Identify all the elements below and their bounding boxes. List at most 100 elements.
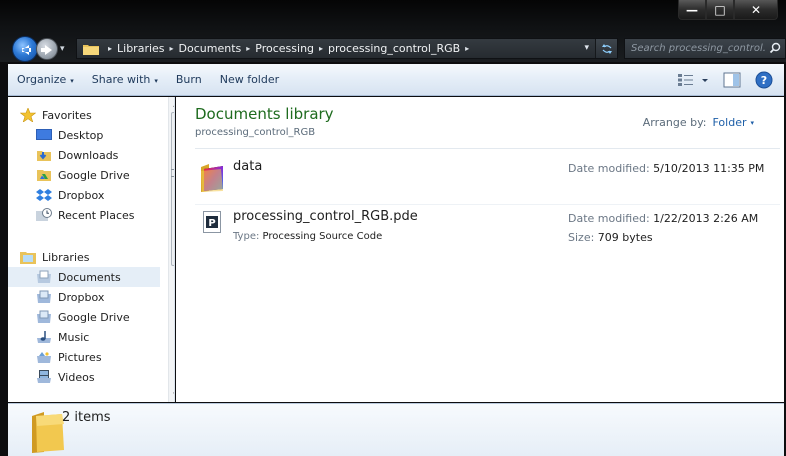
scroll-down-button[interactable]: ▼	[169, 388, 174, 402]
arrange-by-label: Arrange by:	[642, 116, 707, 129]
google-drive-icon	[36, 168, 52, 182]
google-drive-library-icon	[36, 310, 52, 324]
nav-item-dropbox[interactable]: Dropbox	[8, 185, 160, 205]
breadcrumb-separator[interactable]: ▸	[465, 44, 469, 53]
explorer-window: — □ ✕ ▾ ▸ Libraries ▸ Documents ▸ Proces…	[0, 0, 786, 456]
file-name: processing_control_RGB.pde	[233, 209, 418, 224]
help-icon: ?	[755, 71, 773, 88]
nav-item-label: Recent Places	[58, 208, 135, 222]
search-box[interactable]	[624, 38, 786, 59]
videos-icon	[36, 370, 52, 384]
navigation-row: ▾ ▸ Libraries ▸ Documents ▸ Processing ▸	[12, 36, 786, 62]
nav-item-label: Google Drive	[58, 310, 130, 324]
chevron-down-icon: ▾	[70, 77, 74, 85]
scroll-grip-icon	[171, 169, 174, 177]
nav-item-videos[interactable]: Videos	[8, 367, 160, 387]
nav-item-dropbox-library[interactable]: Dropbox	[8, 287, 160, 307]
breadcrumb-documents[interactable]: Documents	[179, 42, 242, 55]
scroll-thumb[interactable]	[171, 112, 174, 266]
date-modified-label: Date modified:	[568, 212, 650, 225]
music-icon	[36, 330, 52, 344]
nav-item-pictures[interactable]: Pictures	[8, 347, 160, 367]
file-item-processing-control-rgb-pde[interactable]: P processing_control_RGB.pde Type: Proce…	[195, 207, 780, 253]
size-label: Size:	[568, 231, 595, 244]
nav-item-label: Pictures	[58, 350, 102, 364]
header-divider	[195, 148, 780, 149]
chevron-down-icon: ▾	[154, 77, 158, 85]
change-view-button[interactable]	[676, 70, 712, 90]
breadcrumb-separator[interactable]: ▸	[170, 44, 174, 53]
scroll-up-button[interactable]: ▲	[169, 97, 174, 111]
processing-file-icon: P	[203, 211, 221, 233]
chevron-down-icon[interactable]: ▾	[750, 119, 754, 127]
breadcrumb-processing-control-rgb[interactable]: processing_control_RGB	[328, 42, 460, 55]
nav-item-label: Desktop	[58, 128, 104, 142]
recent-pages-dropdown[interactable]: ▾	[60, 44, 70, 54]
folder-icon	[83, 43, 99, 55]
folder-icon	[201, 164, 223, 192]
burn-button[interactable]: Burn	[167, 73, 211, 86]
organize-button[interactable]: Organize ▾	[8, 73, 83, 86]
nav-item-downloads[interactable]: Downloads	[8, 145, 160, 165]
new-folder-button[interactable]: New folder	[211, 73, 288, 86]
file-item-data[interactable]: data Date modified: 5/10/2013 11:35 PM	[195, 157, 780, 203]
caption-buttons: — □ ✕	[678, 0, 778, 22]
library-subtitle: processing_control_RGB	[195, 127, 316, 138]
nav-favorites[interactable]: Favorites	[8, 105, 160, 125]
address-bar[interactable]: ▸ Libraries ▸ Documents ▸ Processing ▸ p…	[76, 38, 618, 59]
forward-button[interactable]	[36, 38, 58, 60]
dropbox-library-icon	[36, 290, 52, 304]
minimize-button[interactable]: —	[678, 0, 706, 20]
close-button[interactable]: ✕	[734, 0, 778, 20]
breadcrumb-processing[interactable]: Processing	[255, 42, 314, 55]
nav-item-label: Dropbox	[58, 290, 105, 304]
nav-item-label: Documents	[58, 270, 121, 284]
nav-item-label: Downloads	[58, 148, 119, 162]
preview-pane-icon	[723, 72, 741, 87]
refresh-button[interactable]	[595, 39, 617, 58]
organize-label: Organize	[17, 73, 67, 86]
nav-item-desktop[interactable]: Desktop	[8, 125, 160, 145]
file-date-modified: Date modified: 5/10/2013 11:35 PM	[568, 162, 764, 175]
nav-pane-scrollbar[interactable]: ▲ ▼	[168, 97, 174, 402]
libraries-icon	[20, 250, 36, 264]
file-size: Size: 709 bytes	[568, 231, 653, 244]
file-list-pane: Documents library processing_control_RGB…	[176, 97, 784, 402]
nav-item-music[interactable]: Music	[8, 327, 160, 347]
command-bar: Organize▾ Share with▾ Burn New folder	[8, 64, 784, 96]
breadcrumb-libraries[interactable]: Libraries	[117, 42, 165, 55]
maximize-button[interactable]: □	[706, 0, 734, 20]
date-modified-value: 1/22/2013 2:26 AM	[653, 212, 759, 225]
recent-places-icon	[36, 208, 52, 222]
breadcrumb-separator: ▸	[108, 44, 113, 53]
nav-item-recent-places[interactable]: Recent Places	[8, 205, 160, 225]
back-button[interactable]	[12, 36, 38, 62]
arrange-by-dropdown[interactable]: Folder	[712, 116, 746, 129]
help-button[interactable]: ?	[752, 70, 776, 90]
svg-text:P: P	[208, 218, 215, 229]
search-icon[interactable]	[769, 42, 781, 54]
favorites-star-icon	[19, 107, 37, 123]
breadcrumb-separator[interactable]: ▸	[246, 44, 250, 53]
breadcrumb-separator[interactable]: ▸	[319, 44, 323, 53]
share-with-button[interactable]: Share with ▾	[83, 73, 167, 86]
documents-library-icon	[36, 270, 52, 284]
refresh-icon	[601, 43, 612, 54]
navigation-pane: Favorites Desktop Downloads Google Drive…	[8, 97, 175, 402]
address-history-dropdown[interactable]: ▾	[584, 43, 589, 53]
nav-libraries-label: Libraries	[42, 250, 90, 264]
nav-favorites-label: Favorites	[42, 108, 92, 122]
search-input[interactable]	[625, 43, 765, 54]
nav-item-documents[interactable]: Documents	[8, 267, 160, 287]
file-type: Type: Processing Source Code	[233, 231, 382, 242]
view-controls: ?	[676, 64, 784, 95]
file-name: data	[233, 159, 263, 174]
type-label: Type:	[233, 231, 260, 242]
share-with-label: Share with	[91, 73, 151, 86]
desktop-icon	[36, 128, 52, 142]
library-title: Documents library	[195, 105, 334, 123]
nav-item-google-drive-library[interactable]: Google Drive	[8, 307, 160, 327]
preview-pane-button[interactable]	[720, 70, 744, 90]
nav-libraries[interactable]: Libraries	[8, 247, 160, 267]
nav-item-google-drive[interactable]: Google Drive	[8, 165, 160, 185]
